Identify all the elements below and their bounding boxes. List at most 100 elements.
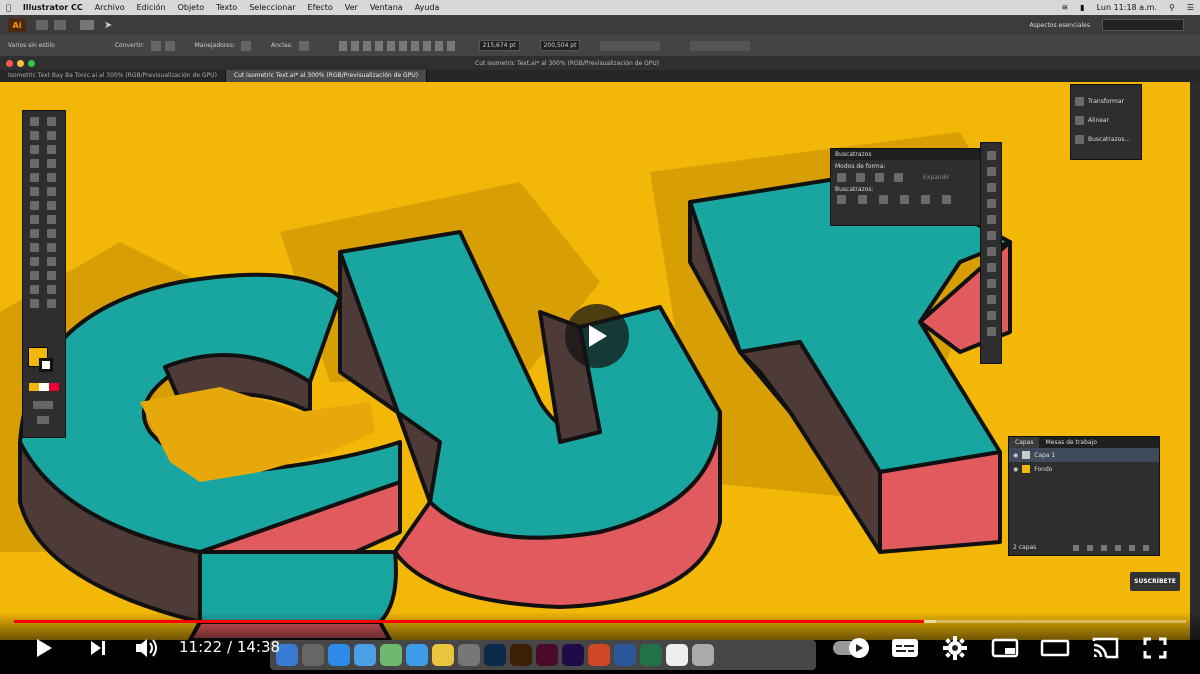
cast-button[interactable] [1088, 634, 1122, 662]
miniplayer-button[interactable] [988, 634, 1022, 662]
zoom-tool-icon[interactable] [46, 299, 56, 308]
intersect-icon[interactable] [875, 173, 884, 182]
menu-ayuda[interactable]: Ayuda [415, 3, 440, 12]
pen-tool-icon[interactable] [29, 145, 39, 154]
fullscreen-button[interactable] [1140, 634, 1170, 662]
outline-icon[interactable] [921, 195, 930, 204]
blend-tool-icon[interactable] [46, 257, 56, 266]
rectangle-tool-icon[interactable] [29, 173, 39, 182]
curvature-tool-icon[interactable] [46, 145, 56, 154]
crop-icon[interactable] [900, 195, 909, 204]
scale-tool-icon[interactable] [46, 201, 56, 210]
graph-tool-icon[interactable] [46, 271, 56, 280]
apple-menu-icon[interactable]:  [6, 3, 11, 12]
swatches-panel-icon[interactable] [986, 199, 996, 208]
merge-icon[interactable] [879, 195, 888, 204]
minus-back-icon[interactable] [942, 195, 951, 204]
menu-ver[interactable]: Ver [345, 3, 358, 12]
selection-tool-icon[interactable] [29, 117, 39, 126]
big-play-button[interactable] [565, 304, 629, 368]
bridge-icon[interactable] [36, 20, 48, 30]
menu-app-name[interactable]: Illustrator CC [23, 3, 83, 12]
height-field[interactable] [690, 40, 751, 51]
unite-icon[interactable] [837, 173, 846, 182]
gradient-tool-icon[interactable] [46, 243, 56, 252]
color-mode-buttons[interactable] [29, 383, 59, 391]
visibility-eye-icon[interactable]: ◉ [1013, 452, 1018, 459]
window-zoom-button[interactable] [28, 59, 35, 67]
handles-button[interactable] [240, 40, 251, 51]
symbol-sprayer-tool-icon[interactable] [29, 271, 39, 280]
free-transform-tool-icon[interactable] [46, 215, 56, 224]
subscribe-button[interactable]: SUSCRÍBETE [1130, 572, 1180, 591]
type-tool-icon[interactable] [29, 159, 39, 168]
minus-front-icon[interactable] [856, 173, 865, 182]
play-button[interactable] [30, 634, 58, 662]
menu-edicion[interactable]: Edición [137, 3, 166, 12]
eyedropper-tool-icon[interactable] [29, 257, 39, 266]
convert-corner-button[interactable] [150, 40, 161, 51]
screen-mode-icon[interactable] [37, 416, 49, 424]
divide-icon[interactable] [837, 195, 846, 204]
transparency-panel-icon[interactable] [986, 279, 996, 288]
draw-mode-icon[interactable] [33, 401, 53, 409]
stroke-panel-icon[interactable] [986, 247, 996, 256]
menu-archivo[interactable]: Archivo [95, 3, 125, 12]
convert-smooth-button[interactable] [164, 40, 175, 51]
layers-panel-icon[interactable] [986, 327, 996, 336]
layers-footer-buttons[interactable] [1073, 545, 1153, 551]
window-close-button[interactable] [6, 59, 13, 67]
wifi-icon[interactable]: ≋ [1061, 3, 1068, 12]
menu-seleccionar[interactable]: Seleccionar [249, 3, 295, 12]
line-tool-icon[interactable] [46, 159, 56, 168]
mesh-tool-icon[interactable] [29, 243, 39, 252]
slice-tool-icon[interactable] [46, 285, 56, 294]
direct-selection-tool-icon[interactable] [46, 117, 56, 126]
remove-anchor-button[interactable] [298, 40, 309, 51]
tab-artboards[interactable]: Mesas de trabajo [1039, 437, 1102, 448]
lasso-tool-icon[interactable] [46, 131, 56, 140]
width-tool-icon[interactable] [29, 215, 39, 224]
layer-name[interactable]: Capa 1 [1034, 452, 1055, 459]
transform-item[interactable]: Transformar [1075, 97, 1137, 106]
tab-layers[interactable]: Capas [1009, 437, 1040, 448]
y-coordinate-field[interactable]: 200,504 pt [539, 40, 581, 51]
layer-row[interactable]: ◉ Capa 1 [1009, 448, 1159, 462]
gradient-panel-icon[interactable] [986, 263, 996, 272]
properties-panel-icon[interactable] [986, 151, 996, 160]
rotate-tool-icon[interactable] [29, 201, 39, 210]
document-tab-1[interactable]: Isometric Text Bay Ba Tonic.ai al 300% (… [0, 70, 226, 82]
theater-mode-button[interactable] [1038, 634, 1072, 662]
color-panel-icon[interactable] [986, 183, 996, 192]
document-tab-2[interactable]: Cut isometric Text.ai* al 300% (RGB/Prev… [225, 70, 428, 82]
layer-row[interactable]: ◉ Fondo [1009, 462, 1159, 476]
graphic-styles-panel-icon[interactable] [986, 311, 996, 320]
autoplay-toggle[interactable] [830, 634, 870, 662]
x-coordinate-field[interactable]: 215,674 pt [478, 40, 520, 51]
progress-bar[interactable] [14, 620, 1186, 623]
appearance-panel-icon[interactable] [986, 295, 996, 304]
canvas-vertical-scrollbar[interactable] [1190, 82, 1200, 640]
pathfinder-item[interactable]: Buscatrazos... [1075, 135, 1137, 144]
artboard-tool-icon[interactable] [29, 285, 39, 294]
width-field[interactable] [600, 40, 661, 51]
pencil-tool-icon[interactable] [29, 187, 39, 196]
gpu-performance-icon[interactable]: ➤ [104, 20, 112, 31]
subtitles-button[interactable] [888, 634, 922, 662]
window-minimize-button[interactable] [17, 59, 24, 67]
volume-button[interactable] [131, 634, 163, 662]
align-item[interactable]: Alinear [1075, 116, 1137, 125]
arrange-documents-icon[interactable] [80, 20, 94, 30]
menu-objeto[interactable]: Objeto [178, 3, 205, 12]
libraries-panel-icon[interactable] [986, 167, 996, 176]
stroke-swatch[interactable] [39, 358, 53, 372]
next-button[interactable] [84, 634, 112, 662]
paintbrush-tool-icon[interactable] [46, 173, 56, 182]
settings-button[interactable] [940, 634, 970, 662]
eraser-tool-icon[interactable] [46, 187, 56, 196]
symbols-panel-icon[interactable] [986, 231, 996, 240]
menubar-clock[interactable]: Lun 11:18 a.m. [1097, 3, 1157, 12]
menu-texto[interactable]: Texto [216, 3, 237, 12]
align-buttons[interactable] [338, 40, 459, 51]
brushes-panel-icon[interactable] [986, 215, 996, 224]
